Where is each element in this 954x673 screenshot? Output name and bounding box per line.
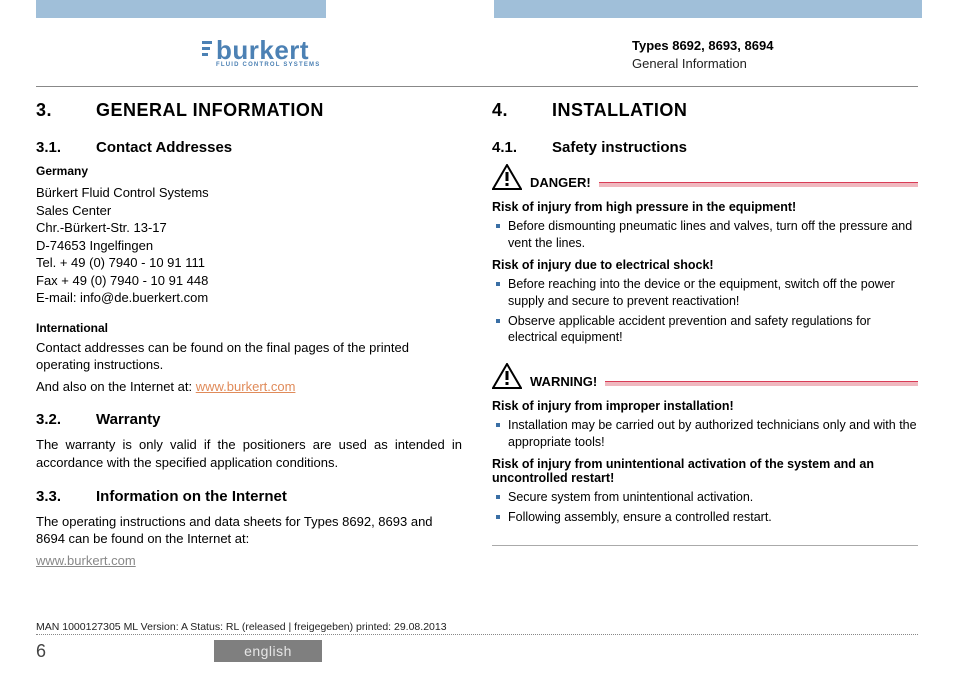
burkert-link[interactable]: www.burkert.com — [196, 379, 296, 394]
label-germany: Germany — [36, 164, 462, 178]
addr-line: Tel. + 49 (0) 7940 - 10 91 111 — [36, 254, 462, 272]
heading-3-text: GENERAL INFORMATION — [96, 100, 324, 120]
warning-icon — [492, 363, 522, 389]
doc-info: Types 8692, 8693, 8694 General Informati… — [632, 38, 773, 71]
warranty-para: The warranty is only valid if the positi… — [36, 436, 462, 471]
doc-types: Types 8692, 8693, 8694 — [632, 38, 773, 53]
addr-line: Fax + 49 (0) 7940 - 10 91 448 — [36, 272, 462, 290]
doc-section: General Information — [632, 56, 773, 71]
danger-bullet: Observe applicable accident prevention a… — [492, 313, 918, 347]
brand-logo: burkert FLUID CONTROL SYSTEMS — [216, 35, 320, 68]
warning-label: WARNING! — [530, 374, 597, 389]
intl-para-2-text: And also on the Internet at: — [36, 379, 196, 394]
intl-para-2: And also on the Internet at: www.burkert… — [36, 378, 462, 396]
header-accent-right — [494, 0, 922, 18]
addr-line: E-mail: info@de.buerkert.com — [36, 289, 462, 307]
danger-box: DANGER! Risk of injury from high pressur… — [492, 164, 918, 355]
heading-3-2: 3.2.Warranty — [36, 411, 462, 428]
warning-bar — [605, 381, 918, 386]
danger-risk-2: Risk of injury due to electrical shock! — [492, 258, 918, 272]
page-header: burkert FLUID CONTROL SYSTEMS Types 8692… — [0, 0, 954, 86]
heading-3-num: 3. — [36, 100, 96, 121]
intl-para-1: Contact addresses can be found on the fi… — [36, 339, 462, 374]
heading-3-1-text: Contact Addresses — [96, 139, 232, 156]
danger-icon — [492, 164, 522, 190]
heading-3-3-text: Information on the Internet — [96, 488, 287, 505]
warning-bullet: Installation may be carried out by autho… — [492, 417, 918, 451]
brand-name: burkert — [216, 35, 320, 66]
warning-box: WARNING! Risk of injury from improper in… — [492, 363, 918, 546]
warning-bullet: Following assembly, ensure a controlled … — [492, 509, 918, 526]
heading-3-2-num: 3.2. — [36, 411, 96, 428]
warning-bullet: Secure system from unintentional activat… — [492, 489, 918, 506]
heading-3-2-text: Warranty — [96, 411, 160, 428]
heading-4-1-num: 4.1. — [492, 139, 552, 156]
footer-meta: MAN 1000127305 ML Version: A Status: RL … — [36, 621, 918, 635]
addr-line: D-74653 Ingelfingen — [36, 237, 462, 255]
danger-bar — [599, 182, 918, 187]
addr-line: Sales Center — [36, 202, 462, 220]
info-para: The operating instructions and data shee… — [36, 513, 462, 548]
header-rule — [36, 86, 918, 87]
label-international: International — [36, 321, 462, 335]
danger-bullet: Before dismounting pneumatic lines and v… — [492, 218, 918, 252]
danger-bullet: Before reaching into the device or the e… — [492, 276, 918, 310]
heading-4-1-text: Safety instructions — [552, 139, 687, 156]
burkert-link-gray[interactable]: www.burkert.com — [36, 553, 136, 568]
danger-risk-1: Risk of injury from high pressure in the… — [492, 200, 918, 214]
heading-4-1: 4.1.Safety instructions — [492, 139, 918, 156]
heading-4-text: INSTALLATION — [552, 100, 687, 120]
heading-4: 4.INSTALLATION — [492, 100, 918, 121]
language-badge: english — [214, 640, 322, 662]
heading-3-3: 3.3.Information on the Internet — [36, 488, 462, 505]
heading-4-num: 4. — [492, 100, 552, 121]
address-block: Bürkert Fluid Control Systems Sales Cent… — [36, 184, 462, 307]
warning-risk-1: Risk of injury from improper installatio… — [492, 399, 918, 413]
page-number: 6 — [36, 641, 46, 662]
document-page: burkert FLUID CONTROL SYSTEMS Types 8692… — [0, 0, 954, 673]
content-columns: 3.GENERAL INFORMATION 3.1.Contact Addres… — [36, 100, 918, 621]
warning-risk-2: Risk of injury from unintentional activa… — [492, 457, 918, 485]
right-column: 4.INSTALLATION 4.1.Safety instructions D… — [492, 100, 918, 621]
heading-3-1: 3.1.Contact Addresses — [36, 139, 462, 156]
page-footer: MAN 1000127305 ML Version: A Status: RL … — [36, 621, 918, 673]
addr-line: Chr.-Bürkert-Str. 13-17 — [36, 219, 462, 237]
addr-line: Bürkert Fluid Control Systems — [36, 184, 462, 202]
left-column: 3.GENERAL INFORMATION 3.1.Contact Addres… — [36, 100, 462, 621]
heading-3: 3.GENERAL INFORMATION — [36, 100, 462, 121]
heading-3-3-num: 3.3. — [36, 488, 96, 505]
box-divider — [492, 545, 918, 546]
heading-3-1-num: 3.1. — [36, 139, 96, 156]
danger-label: DANGER! — [530, 175, 591, 190]
header-accent-left — [36, 0, 326, 18]
